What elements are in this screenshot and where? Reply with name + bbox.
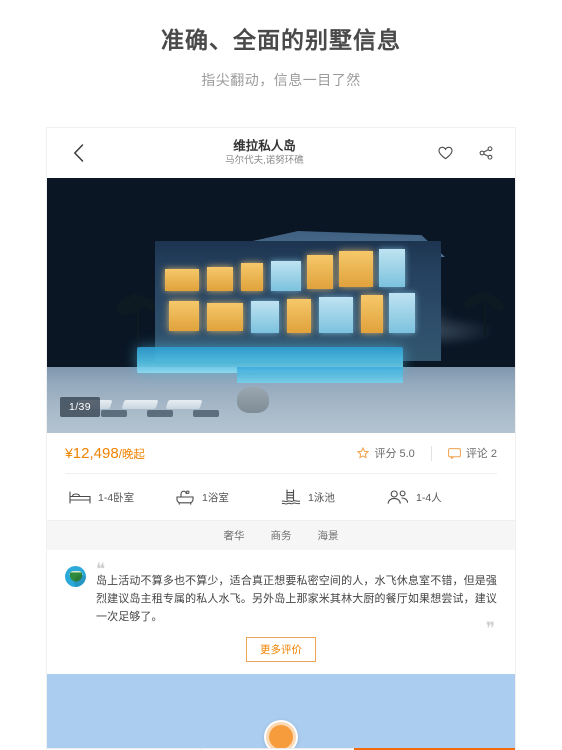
review-section: ❝ 岛上活动不算多也不算少，适合真正想要私密空间的人，水飞休息室不错，但是强烈建… — [47, 550, 515, 675]
rating-block[interactable]: 评分 5.0 — [357, 445, 415, 461]
tags-row: 奢华 商务 海景 — [47, 520, 515, 550]
page-subtitle: 指尖翻动，信息一目了然 — [201, 71, 361, 88]
app-preview-card: 维拉私人岛 马尔代夫,诺努环礁 1/39 ¥12,498/晚起 评分 5.0 评… — [47, 128, 515, 750]
bed-icon — [69, 491, 91, 504]
rating-label: 评分 5.0 — [374, 448, 415, 460]
tag-item[interactable]: 海景 — [318, 528, 339, 543]
star-icon — [357, 447, 370, 459]
more-reviews-wrap: 更多评价 — [65, 637, 497, 663]
share-button[interactable] — [479, 146, 493, 160]
amenities-section: 1-4卧室 1浴室 1泳池 1-4人 — [47, 473, 515, 520]
amenity-label: 1-4卧室 — [98, 491, 135, 504]
floating-action-badge[interactable] — [264, 720, 298, 749]
promo-page: 准确、全面的别墅信息 指尖翻动，信息一目了然 维拉私人岛 马尔代夫,诺努环礁 1… — [0, 0, 562, 750]
more-reviews-button[interactable]: 更多评价 — [246, 637, 316, 663]
back-button[interactable] — [65, 144, 91, 162]
bathtub-icon — [176, 490, 194, 505]
review-count-block[interactable]: 评论 2 — [447, 445, 497, 461]
hero-photo[interactable]: 1/39 — [47, 178, 515, 433]
quote-open-icon: ❝ — [96, 560, 106, 579]
tag-item[interactable]: 奢华 — [224, 528, 245, 543]
stone-urn — [237, 387, 269, 413]
promo-header: 准确、全面的别墅信息 指尖翻动，信息一目了然 — [0, 0, 562, 90]
amenity-guests: 1-4人 — [387, 489, 493, 505]
app-navbar: 维拉私人岛 马尔代夫,诺努环礁 — [47, 128, 515, 178]
sun-lounger — [165, 400, 203, 409]
price-row: ¥12,498/晚起 评分 5.0 评论 2 — [47, 433, 515, 473]
meta-divider — [430, 445, 432, 461]
currency-symbol: ¥ — [65, 444, 73, 461]
chevron-left-icon — [73, 144, 83, 162]
price-unit: /晚起 — [118, 448, 145, 461]
amenity-label: 1-4人 — [416, 491, 442, 504]
navbar-actions — [438, 146, 497, 160]
palm-tree — [114, 292, 160, 341]
photo-counter: 1/39 — [60, 397, 101, 417]
quote-close-icon: ❞ — [485, 619, 495, 639]
listing-location: 马尔代夫,诺努环礁 — [225, 154, 304, 166]
price-amount: 12,498 — [72, 444, 119, 462]
share-icon — [479, 146, 493, 160]
review-text: 岛上活动不算多也不算少，适合真正想要私密空间的人，水飞休息室不错，但是强烈建议岛… — [96, 575, 497, 623]
review-content: ❝ 岛上活动不算多也不算少，适合真正想要私密空间的人，水飞休息室不错，但是强烈建… — [65, 560, 497, 637]
favorite-button[interactable] — [438, 146, 453, 160]
listing-title: 维拉私人岛 — [233, 139, 296, 154]
orange-circle-icon — [269, 725, 293, 749]
villa-building — [155, 241, 441, 361]
heart-icon — [438, 146, 453, 160]
avatar — [65, 566, 86, 587]
sun-lounger — [121, 400, 159, 409]
price-meta: 评分 5.0 评论 2 — [357, 445, 497, 461]
review-body: ❝ 岛上活动不算多也不算少，适合真正想要私密空间的人，水飞休息室不错，但是强烈建… — [96, 560, 497, 637]
navbar-titles: 维拉私人岛 马尔代夫,诺努环礁 — [91, 139, 438, 166]
amenity-pools: 1泳池 — [281, 489, 387, 505]
palm-tree — [462, 290, 507, 335]
amenity-label: 1浴室 — [202, 491, 229, 504]
swimming-pool-lower — [237, 367, 403, 383]
amenities-row: 1-4卧室 1浴室 1泳池 1-4人 — [65, 473, 497, 520]
amenity-bathrooms: 1浴室 — [175, 490, 281, 505]
review-count-label: 评论 2 — [465, 448, 497, 460]
page-title: 准确、全面的别墅信息 — [161, 27, 401, 53]
price-display: ¥12,498/晚起 — [65, 445, 145, 462]
pool-icon — [281, 489, 301, 505]
blue-panel — [47, 674, 515, 749]
comment-icon — [447, 447, 461, 459]
people-icon — [387, 489, 409, 504]
amenity-label: 1泳池 — [308, 491, 335, 504]
amenity-bedrooms: 1-4卧室 — [69, 490, 175, 505]
tag-item[interactable]: 商务 — [271, 528, 292, 543]
